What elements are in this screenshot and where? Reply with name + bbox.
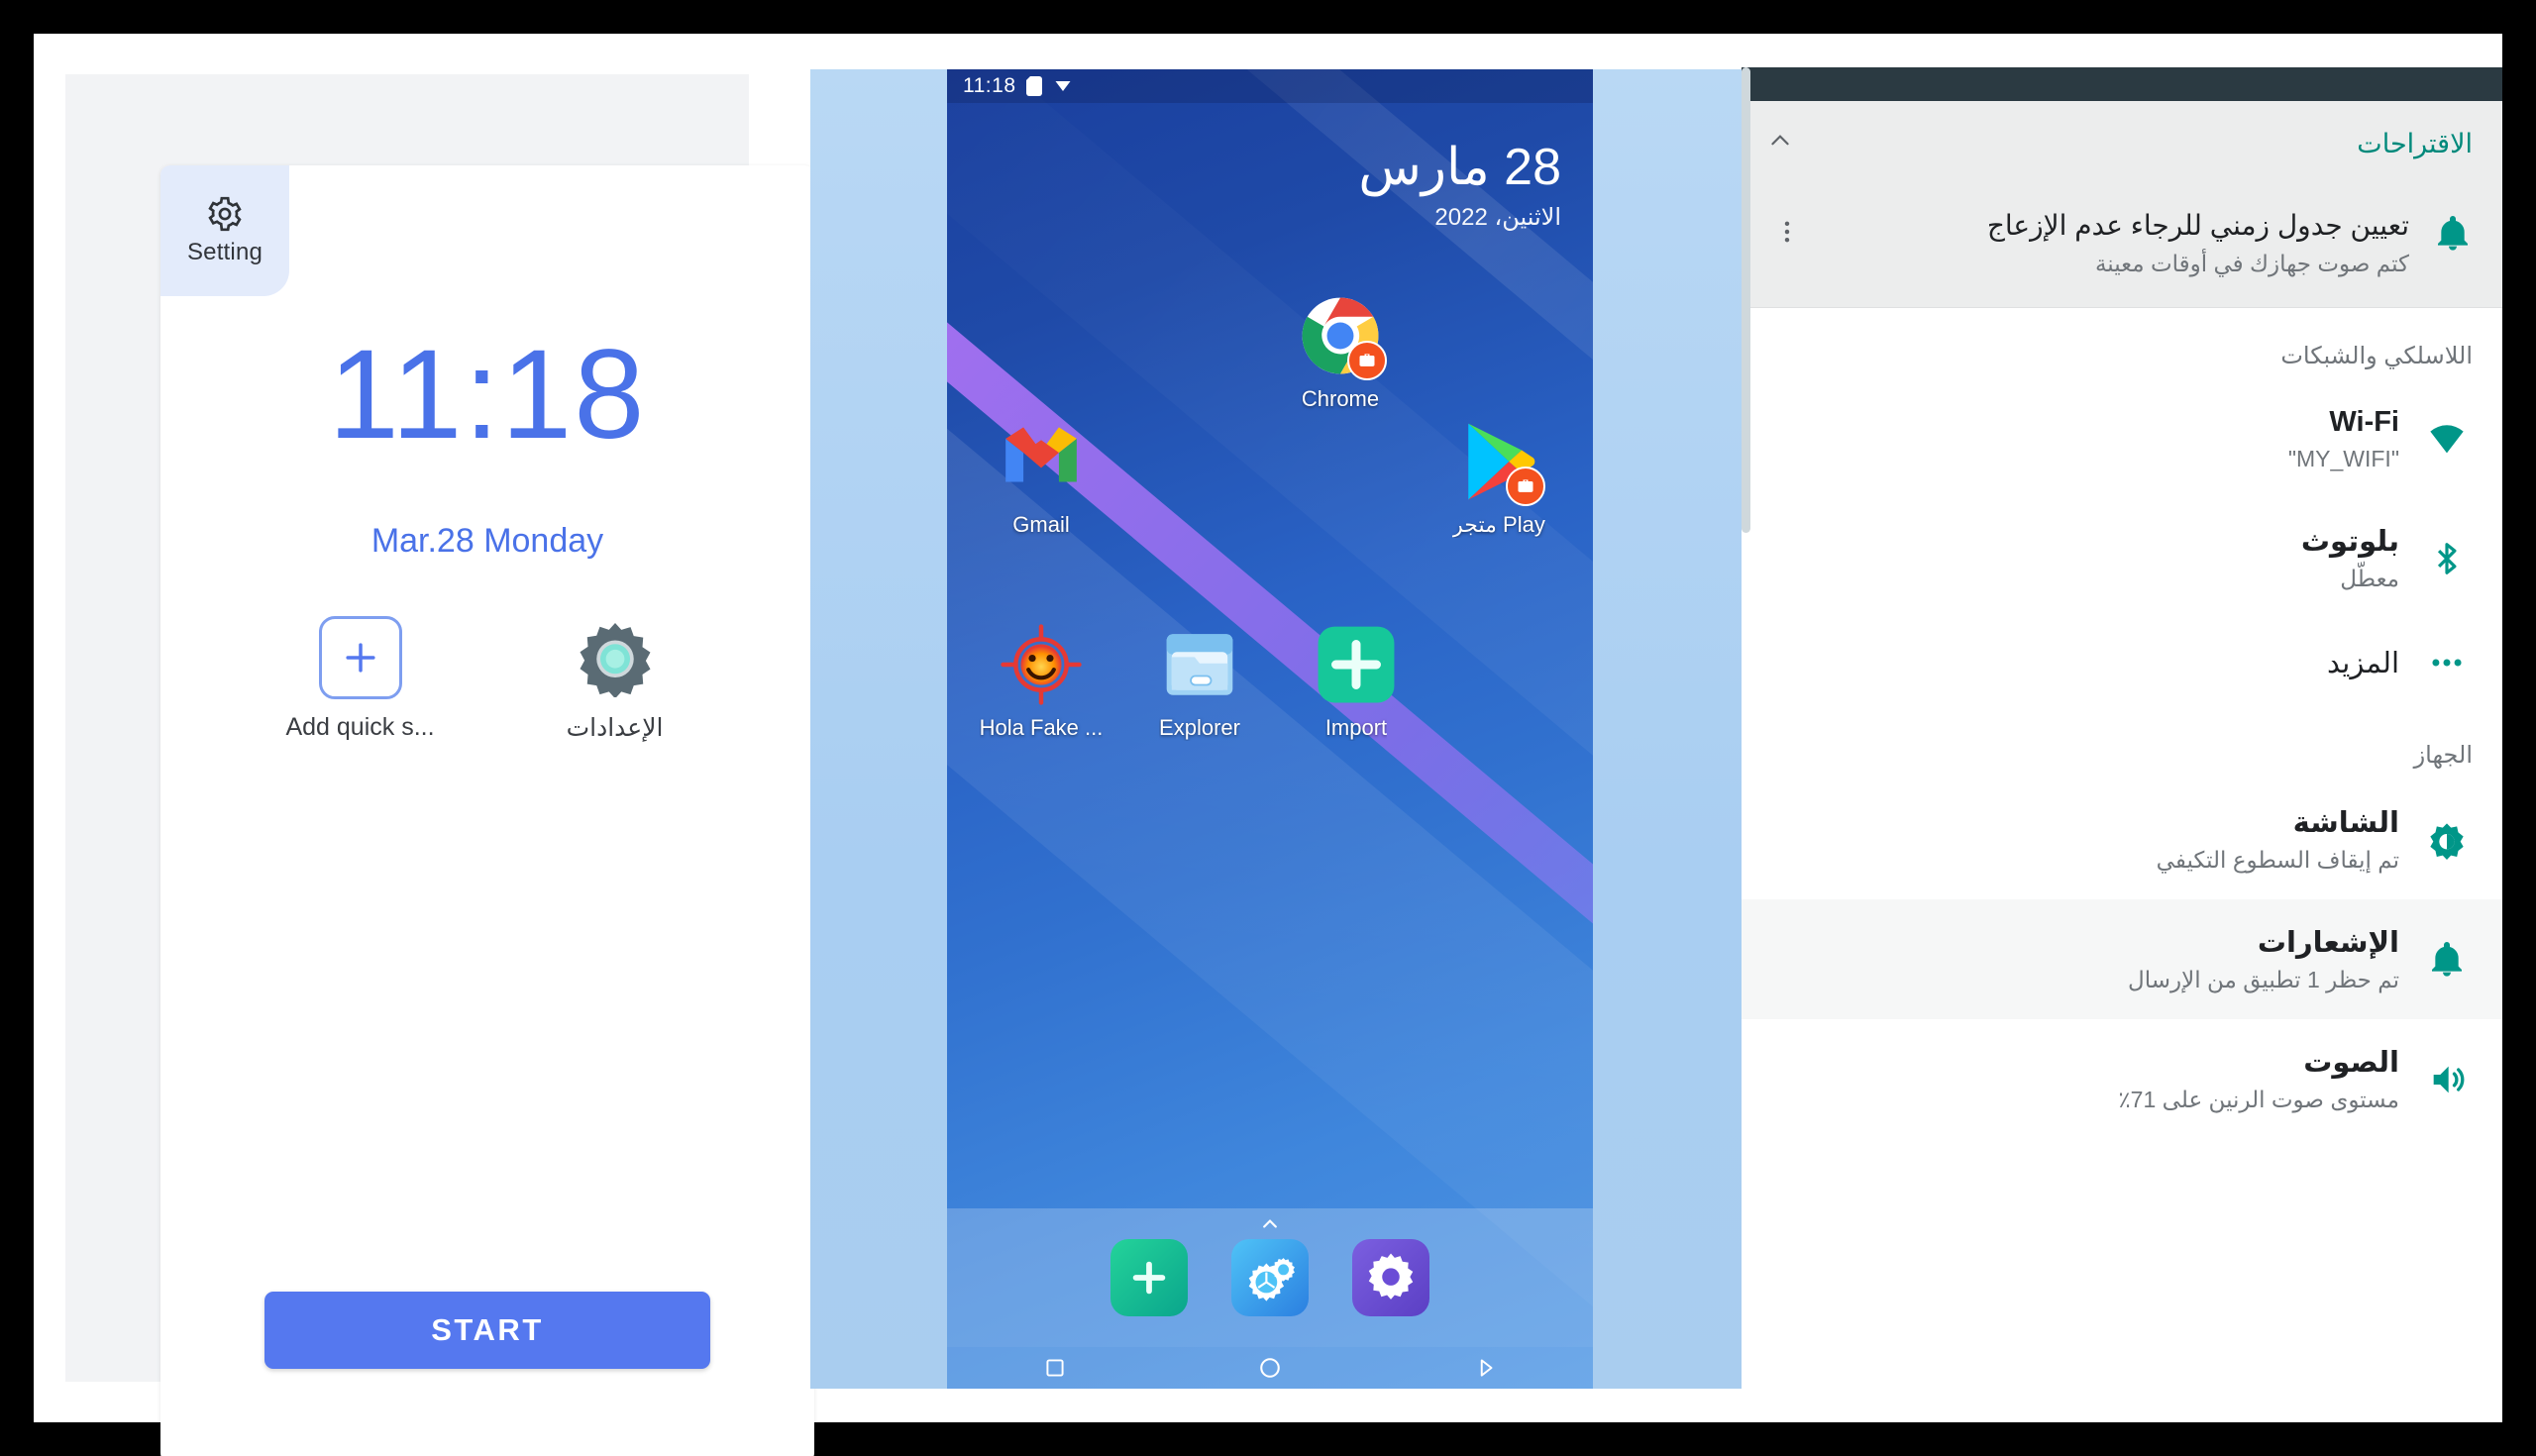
- app-icon-play-store[interactable]: متجر Play: [1425, 421, 1573, 538]
- dock-gears-icon[interactable]: [1231, 1239, 1309, 1316]
- app-label: Import: [1324, 715, 1388, 740]
- gear-icon: [206, 195, 244, 233]
- settings-row-title: الإشعارات: [2257, 927, 2399, 959]
- dock-settings-gear-icon[interactable]: [1352, 1239, 1429, 1316]
- volume-icon: [2421, 1060, 2473, 1099]
- brightness-icon: [2421, 820, 2473, 860]
- settings-row-text: Wi-Fi "MY_WIFI": [1767, 406, 2399, 472]
- screenshot-root: Setting 11:18 Mar.28 Monday Add quick s.…: [0, 0, 2536, 1456]
- settings-row-subtitle: مستوى صوت الرنين على 71٪: [2118, 1087, 2399, 1112]
- settings-row-bluetooth[interactable]: بلوتوث معطّل: [1742, 498, 2502, 618]
- scrollbar-thumb[interactable]: [1742, 67, 1750, 533]
- bell-icon: [2421, 940, 2473, 980]
- app-label: Chrome: [1301, 386, 1380, 411]
- suggestions-title: الاقتراحات: [2357, 128, 2473, 158]
- settings-row-notifications[interactable]: الإشعارات تم حظر 1 تطبيق من الإرسال: [1742, 899, 2502, 1019]
- app-label: Gmail: [1012, 512, 1070, 537]
- chevron-up-icon[interactable]: [1767, 128, 1793, 160]
- add-quick-setting-button[interactable]: Add quick s...: [268, 616, 452, 742]
- bluetooth-icon: [2421, 540, 2473, 577]
- suggestions-header[interactable]: الاقتراحات: [1742, 101, 2502, 186]
- suggestion-subtitle: كتم صوت جهازك في أوقات معينة: [2094, 251, 2409, 276]
- settings-row-title: الشاشة: [2292, 807, 2399, 839]
- settings-row-subtitle: تم إيقاف السطوع التكيفي: [2156, 847, 2399, 873]
- settings-scrollbar[interactable]: [1742, 67, 1750, 1389]
- section-label-device: الجهاز: [2413, 742, 2473, 769]
- chrome-icon: [1300, 295, 1387, 380]
- settings-top-bar: [1742, 67, 2502, 101]
- app-icon-hola-fake-gps[interactable]: Hola Fake ...: [967, 624, 1115, 741]
- quick-setting-settings[interactable]: الإعدادات: [523, 616, 706, 743]
- settings-row-subtitle: معطّل: [2340, 566, 2399, 591]
- play-store-icon: [1458, 421, 1545, 506]
- home-circle-icon[interactable]: [1230, 1347, 1310, 1389]
- settings-row-sound[interactable]: الصوت مستوى صوت الرنين على 71٪: [1742, 1019, 2502, 1139]
- settings-gear-icon: [574, 616, 657, 699]
- suggestion-text: تعيين جدول زمني للرجاء عدم الإزعاج كتم ص…: [1827, 208, 2409, 277]
- android-settings-panel: الاقتراحات تعيين جدول زمني للرجاء عدم ال…: [1742, 67, 2502, 1389]
- wifi-icon: [2421, 420, 2473, 460]
- left-control-column: Setting 11:18 Mar.28 Monday Add quick s.…: [65, 74, 814, 1456]
- start-button[interactable]: START: [264, 1292, 710, 1369]
- back-triangle-icon[interactable]: [1445, 1347, 1525, 1389]
- recents-square-icon[interactable]: [1015, 1347, 1095, 1389]
- phone-nav-bar: [947, 1347, 1593, 1389]
- work-profile-badge-icon: [1347, 341, 1387, 380]
- quick-settings-row: Add quick s... الإعدادات: [160, 616, 814, 743]
- bell-icon: [2429, 208, 2477, 254]
- settings-row-more[interactable]: المزيد: [1742, 618, 2502, 707]
- settings-row-title: Wi-Fi: [2329, 406, 2399, 438]
- clock-date: Mar.28 Monday: [370, 522, 604, 560]
- settings-row-text: الإشعارات تم حظر 1 تطبيق من الإرسال: [1767, 925, 2399, 993]
- hola-fake-gps-icon: [1001, 624, 1082, 705]
- settings-row-display[interactable]: الشاشة تم إيقاف السطوع التكيفي: [1742, 780, 2502, 899]
- settings-row-title: المزيد: [2327, 647, 2399, 679]
- settings-row-title: الصوت: [2303, 1047, 2399, 1079]
- explorer-icon: [1159, 624, 1240, 705]
- import-plus-icon: [1316, 624, 1397, 705]
- home-screen-app-grid: Chrome Gmail متجر Play Hola Fake ... Exp…: [947, 69, 1593, 1389]
- more-dots-icon: [2421, 644, 2473, 681]
- app-icon-gmail[interactable]: Gmail: [967, 421, 1115, 538]
- kebab-menu-icon[interactable]: [1767, 208, 1807, 246]
- dock-import-plus-icon[interactable]: [1110, 1239, 1188, 1316]
- settings-row-wifi[interactable]: Wi-Fi "MY_WIFI": [1742, 380, 2502, 498]
- section-label-wireless: اللاسلكي والشبكات: [2280, 343, 2473, 369]
- settings-row-text: الصوت مستوى صوت الرنين على 71٪: [1767, 1045, 2399, 1113]
- suggestion-title: تعيين جدول زمني للرجاء عدم الإزعاج: [1986, 210, 2409, 241]
- phone-mirror-screen[interactable]: 11:18 28 مارس الاثنين، 2022 Chrome Gmail…: [947, 69, 1593, 1389]
- settings-row-text: الشاشة تم إيقاف السطوع التكيفي: [1767, 805, 2399, 874]
- suggestion-card-dnd[interactable]: تعيين جدول زمني للرجاء عدم الإزعاج كتم ص…: [1742, 186, 2502, 308]
- quick-setting-settings-label: الإعدادات: [566, 714, 664, 742]
- app-label: متجر Play: [1452, 512, 1545, 537]
- app-icon-explorer[interactable]: Explorer: [1125, 624, 1274, 741]
- setting-tab-button[interactable]: Setting: [160, 165, 289, 296]
- app-icon-chrome[interactable]: Chrome: [1266, 295, 1415, 412]
- app-label: Explorer: [1159, 715, 1240, 740]
- phone-dock: [947, 1208, 1593, 1347]
- settings-row-text: بلوتوث معطّل: [1767, 524, 2399, 592]
- setting-tab-label: Setting: [186, 239, 264, 265]
- app-icon-import[interactable]: Import: [1282, 624, 1430, 741]
- settings-row-title: بلوتوث: [2300, 526, 2399, 558]
- settings-row-text: المزيد: [1767, 646, 2399, 680]
- clock-card: Setting 11:18 Mar.28 Monday Add quick s.…: [160, 165, 814, 1456]
- clock-time: 11:18: [328, 324, 647, 466]
- plus-icon: [318, 616, 402, 699]
- settings-row-subtitle: "MY_WIFI": [2287, 446, 2399, 471]
- add-quick-setting-label: Add quick s...: [285, 713, 435, 741]
- settings-row-subtitle: تم حظر 1 تطبيق من الإرسال: [2128, 967, 2399, 992]
- work-profile-badge-icon: [1506, 467, 1545, 506]
- gmail-icon: [1001, 421, 1082, 502]
- app-label: Hola Fake ...: [979, 715, 1104, 740]
